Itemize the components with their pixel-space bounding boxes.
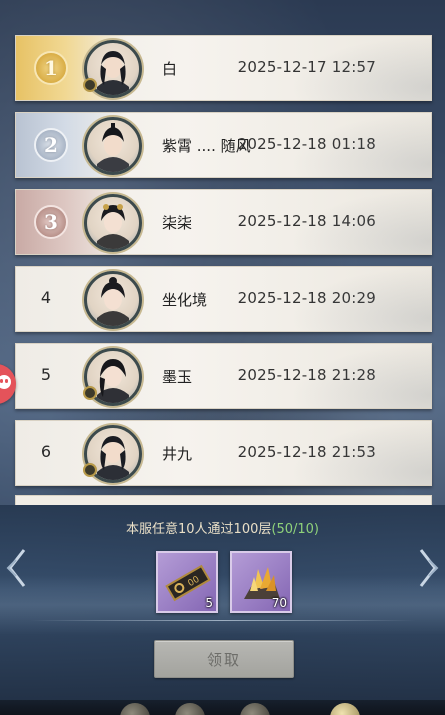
- clear-time: 2025-12-18 01:18: [237, 135, 376, 153]
- rank-medal-bronze-icon: 3: [34, 205, 68, 239]
- leaderboard-row-5[interactable]: 5 墨玉 2025-12-18 21:28: [15, 343, 432, 409]
- reward-count: 70: [271, 596, 287, 610]
- leaderboard-row-partial[interactable]: [15, 495, 432, 505]
- rank-medal-gold-icon: 1: [34, 51, 68, 85]
- rank-number: 6: [40, 442, 52, 461]
- avatar-frame-gem-icon: [83, 386, 97, 400]
- rank-number: 5: [40, 365, 52, 384]
- player-name: 墨玉: [162, 368, 193, 386]
- task-label: 本服任意10人通过100层: [126, 522, 272, 537]
- leaderboard-row-6[interactable]: 6 井九 2025-12-18 21:53: [15, 420, 432, 486]
- bottom-decoration: [0, 700, 445, 715]
- task-description: 本服任意10人通过100层(50/10): [0, 518, 445, 537]
- player-name: 井九: [162, 445, 193, 463]
- panel-mountain-decoration: [0, 575, 445, 635]
- player-name: 坐化境: [162, 291, 208, 309]
- leaderboard-row-4[interactable]: 4 坐化境 2025-12-18 20:29: [15, 266, 432, 332]
- decorative-orb: [120, 703, 150, 715]
- leaderboard-list[interactable]: 1 白 2025-12-17 12:57 2 紫霄 .... 随风 2025-1…: [0, 0, 445, 505]
- previous-arrow-icon[interactable]: [6, 548, 28, 588]
- player-avatar[interactable]: [84, 194, 142, 252]
- rank-number: 4: [40, 288, 52, 307]
- assistant-face-icon: [0, 375, 11, 389]
- reward-item-ticket[interactable]: 00 5: [156, 551, 218, 613]
- avatar-frame-gem-icon: [83, 78, 97, 92]
- clear-time: 2025-12-17 12:57: [237, 58, 376, 76]
- decorative-orb: [330, 703, 360, 715]
- reward-item-crystal[interactable]: 70: [230, 551, 292, 613]
- player-avatar[interactable]: [84, 271, 142, 329]
- clear-time: 2025-12-18 21:53: [237, 443, 376, 461]
- next-arrow-icon[interactable]: [417, 548, 439, 588]
- clear-time: 2025-12-18 21:28: [237, 366, 376, 384]
- player-avatar[interactable]: [84, 117, 142, 175]
- claim-button[interactable]: 领取: [154, 640, 294, 678]
- rank-medal-silver-icon: 2: [34, 128, 68, 162]
- task-progress: (50/10): [271, 522, 319, 537]
- avatar-frame-gem-icon: [83, 463, 97, 477]
- leaderboard-row-2[interactable]: 2 紫霄 .... 随风 2025-12-18 01:18: [15, 112, 432, 178]
- reward-count: 5: [205, 596, 213, 610]
- clear-time: 2025-12-18 20:29: [237, 289, 376, 307]
- panel-divider: [30, 620, 415, 621]
- player-name: 白: [162, 60, 178, 78]
- decorative-orb: [175, 703, 205, 715]
- player-name: 柒柒: [162, 214, 193, 232]
- leaderboard-row-1[interactable]: 1 白 2025-12-17 12:57: [15, 35, 432, 101]
- clear-time: 2025-12-18 14:06: [237, 212, 376, 230]
- decorative-orb: [240, 703, 270, 715]
- leaderboard-row-3[interactable]: 3 柒柒 2025-12-18 14:06: [15, 189, 432, 255]
